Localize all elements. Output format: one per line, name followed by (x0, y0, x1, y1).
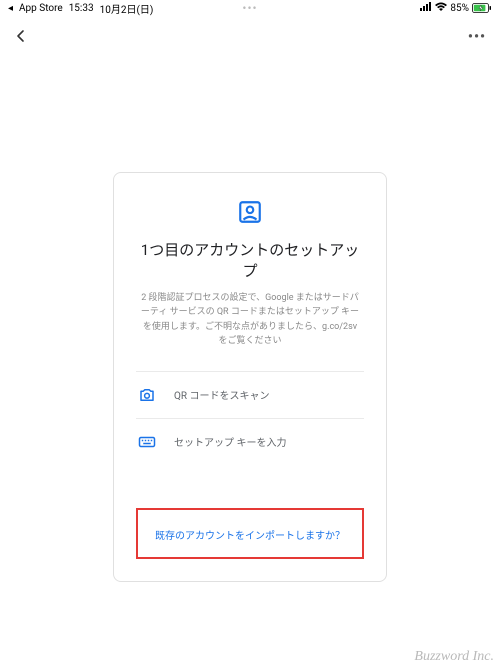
battery-percent: 85% (450, 3, 469, 14)
status-date: 10月2日(日) (100, 1, 154, 16)
back-button[interactable] (14, 27, 28, 48)
status-bar-left: ◂ App Store 15:33 10月2日(日) (8, 1, 153, 16)
watermark: Buzzword Inc. (414, 649, 494, 665)
import-accounts-link[interactable]: 既存のアカウントをインポートしますか？ (155, 531, 345, 542)
more-menu-button[interactable]: ••• (468, 29, 486, 45)
status-bar-right: 85% (420, 2, 492, 14)
battery-icon (472, 3, 492, 13)
scan-qr-option[interactable]: QR コードをスキャン (136, 371, 364, 418)
camera-icon (138, 386, 156, 404)
enter-key-label: セットアップ キーを入力 (174, 434, 286, 449)
wifi-icon (435, 2, 447, 14)
scan-qr-label: QR コードをスキャン (174, 387, 270, 402)
status-time: 15:33 (69, 3, 94, 14)
back-to-app[interactable]: App Store (19, 3, 63, 14)
account-box-icon (136, 199, 364, 225)
signal-icon (420, 2, 432, 14)
card-description: 2 段階認証プロセスの設定で、Google またはサードパーティ サービスの Q… (136, 291, 364, 349)
keyboard-icon (138, 433, 156, 451)
enter-key-option[interactable]: セットアップ キーを入力 (136, 418, 364, 465)
status-bar: ◂ App Store 15:33 10月2日(日) ••• 85% (0, 0, 500, 16)
card-title: 1つ目のアカウントのセットアップ (136, 239, 364, 281)
setup-card: 1つ目のアカウントのセットアップ 2 段階認証プロセスの設定で、Google ま… (113, 172, 387, 582)
back-app-arrow[interactable]: ◂ (8, 3, 13, 14)
app-header: ••• (0, 16, 500, 52)
main-area: 1つ目のアカウントのセットアップ 2 段階認証プロセスの設定で、Google ま… (0, 52, 500, 582)
import-highlight-box: 既存のアカウントをインポートしますか？ (136, 508, 364, 559)
multitask-dots: ••• (242, 1, 257, 15)
